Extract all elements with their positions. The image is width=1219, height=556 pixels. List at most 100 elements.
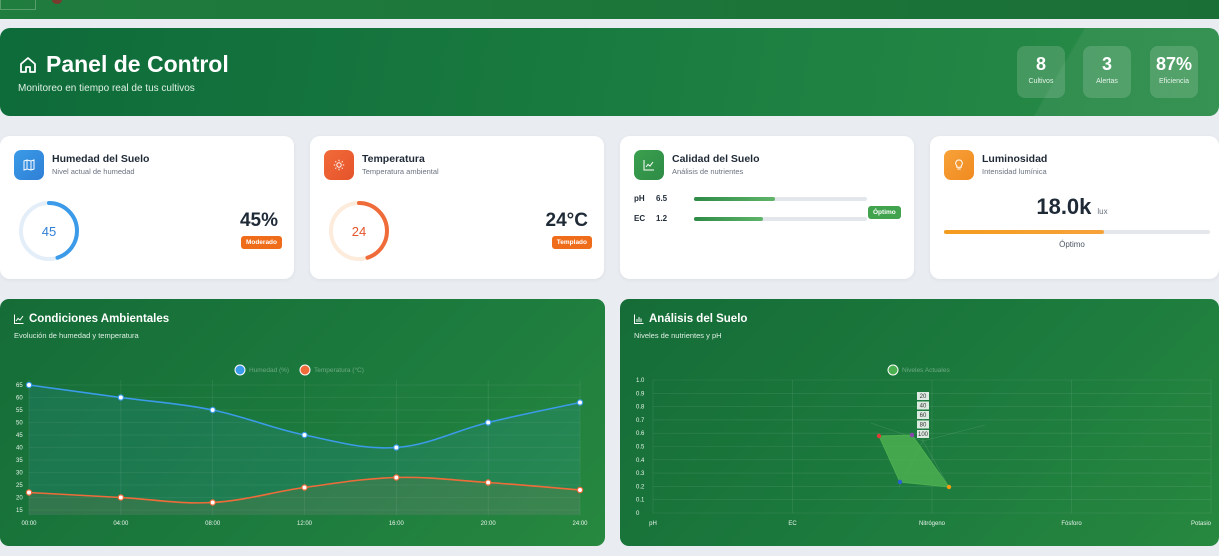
radial-tick-label: 100 xyxy=(918,432,929,438)
x-tick-label: 00:00 xyxy=(21,521,37,527)
stat-value: 3 xyxy=(1101,54,1112,74)
status-badge: Óptimo xyxy=(868,206,901,219)
stat-label: Alertas xyxy=(1096,78,1118,85)
x-tick-label: 20:00 xyxy=(481,521,497,527)
y-tick-label: 0.1 xyxy=(636,498,645,504)
sun-icon xyxy=(324,150,354,180)
radar-point xyxy=(876,433,882,439)
card-subtitle: Intensidad lumínica xyxy=(982,167,1047,176)
humidity-card[interactable]: Humedad del Suelo Nivel actual de humeda… xyxy=(0,136,294,279)
light-bar-fill xyxy=(944,230,1104,234)
legend-swatch xyxy=(887,364,899,376)
y-tick-label: 1.0 xyxy=(636,378,645,384)
stat-eficiencia[interactable]: 87% Eficiencia xyxy=(1150,46,1198,98)
top-navbar xyxy=(0,0,1219,19)
y-tick-label: 60 xyxy=(16,396,23,402)
x-tick-label: 16:00 xyxy=(389,521,405,527)
data-point xyxy=(484,419,492,426)
y-tick-label: 25 xyxy=(16,483,23,489)
x-tick-label: Potasio xyxy=(1191,521,1212,527)
data-point xyxy=(576,486,584,494)
panel-title: Condiciones Ambientales xyxy=(14,313,169,325)
avatar[interactable] xyxy=(52,0,62,4)
light-unit: lux xyxy=(1097,207,1108,216)
chart-line-icon xyxy=(14,314,24,324)
page-subtitle: Monitoreo en tiempo real de tus cultivos xyxy=(18,83,195,94)
y-tick-label: 0 xyxy=(636,511,640,517)
y-tick-label: 15 xyxy=(16,508,23,514)
y-tick-label: 0.8 xyxy=(636,405,645,411)
ph-bar xyxy=(694,197,867,201)
ec-label: EC xyxy=(634,214,646,223)
stat-cultivos[interactable]: 8 Cultivos xyxy=(1017,46,1065,98)
ph-row: pH 6.5 xyxy=(634,194,667,203)
light-value: 18.0k lux xyxy=(930,194,1214,220)
card-subtitle: Nivel actual de humedad xyxy=(52,167,135,176)
gauge-value: 45 xyxy=(41,223,57,239)
humidity-gauge: 45 xyxy=(17,199,81,263)
y-tick-label: 50 xyxy=(16,421,23,427)
y-tick-label: 20 xyxy=(16,496,23,502)
ph-value: 6.5 xyxy=(656,194,668,203)
x-tick-label: 24:00 xyxy=(572,521,588,527)
panel-subtitle: Niveles de nutrientes y pH xyxy=(634,331,722,340)
status-badge: Templado xyxy=(551,236,592,249)
panel-subtitle: Evolución de humedad y temperatura xyxy=(14,331,139,340)
light-card[interactable]: Luminosidad Intensidad lumínica 18.0k lux… xyxy=(930,136,1219,279)
panel-title-text: Condiciones Ambientales xyxy=(29,313,170,325)
card-title: Temperatura xyxy=(362,153,425,165)
dashboard-header: Panel de Control Monitoreo en tiempo rea… xyxy=(0,28,1219,116)
x-tick-label: pH xyxy=(649,521,657,527)
stat-alertas[interactable]: 3 Alertas xyxy=(1083,46,1131,98)
y-tick-label: 0.3 xyxy=(636,471,645,477)
data-point xyxy=(393,474,400,481)
x-tick-label: 08:00 xyxy=(205,521,221,527)
ec-row: EC 1.2 xyxy=(634,214,667,223)
radial-tick-label: 80 xyxy=(920,423,927,429)
stat-label: Cultivos xyxy=(1028,78,1054,85)
y-tick-label: 0.5 xyxy=(636,445,645,451)
x-tick-label: EC xyxy=(788,521,797,527)
ph-bar-fill xyxy=(694,197,776,201)
data-point xyxy=(117,494,125,501)
map-icon xyxy=(14,150,44,180)
y-tick-label: 0.9 xyxy=(636,391,645,397)
panel-title-text: Análisis del Suelo xyxy=(649,313,748,325)
card-title: Luminosidad xyxy=(982,153,1048,165)
y-tick-label: 35 xyxy=(16,458,23,464)
data-point xyxy=(576,399,584,406)
y-tick-label: 0.6 xyxy=(636,431,645,437)
card-subtitle: Análisis de nutrientes xyxy=(672,167,744,176)
radar-point xyxy=(946,484,952,490)
light-status: Óptimo xyxy=(1059,240,1085,249)
radial-tick-label: 20 xyxy=(920,394,927,400)
legend-label: Niveles Actuales xyxy=(902,367,950,374)
y-tick-label: 40 xyxy=(16,446,23,452)
x-tick-label: 12:00 xyxy=(297,521,313,527)
y-tick-label: 0.2 xyxy=(636,484,645,490)
data-point xyxy=(209,406,216,414)
data-point xyxy=(301,484,308,491)
radial-tick-label: 60 xyxy=(920,413,927,419)
radial-tick-label: 40 xyxy=(920,404,927,410)
data-point xyxy=(25,381,33,389)
legend-label: Temperatura (°C) xyxy=(314,366,364,374)
bar-chart-icon xyxy=(634,314,644,324)
env-conditions-panel: 15 20 25 30 35 40 45 50 55 60 65 00:00 04:00 08:00 12:… xyxy=(0,299,605,546)
temperature-card[interactable]: Temperatura Temperatura ambiental 24 24°… xyxy=(310,136,604,279)
data-point xyxy=(25,489,33,496)
y-tick-label: 0.7 xyxy=(636,418,645,424)
card-title: Calidad del Suelo xyxy=(672,153,760,165)
humidity-value: 45% xyxy=(239,210,278,231)
x-tick-label: Nitrógeno xyxy=(919,521,946,527)
data-point xyxy=(117,394,125,401)
light-bar xyxy=(944,230,1210,234)
legend-swatch xyxy=(299,364,311,376)
temperature-value: 24°C xyxy=(545,210,588,231)
card-title: Humedad del Suelo xyxy=(52,153,150,165)
y-tick-label: 55 xyxy=(16,408,23,414)
soil-quality-card[interactable]: Calidad del Suelo Análisis de nutrientes… xyxy=(620,136,914,279)
logo[interactable] xyxy=(0,0,36,10)
x-tick-label: Fósforo xyxy=(1061,521,1082,527)
radar-point xyxy=(897,479,903,485)
